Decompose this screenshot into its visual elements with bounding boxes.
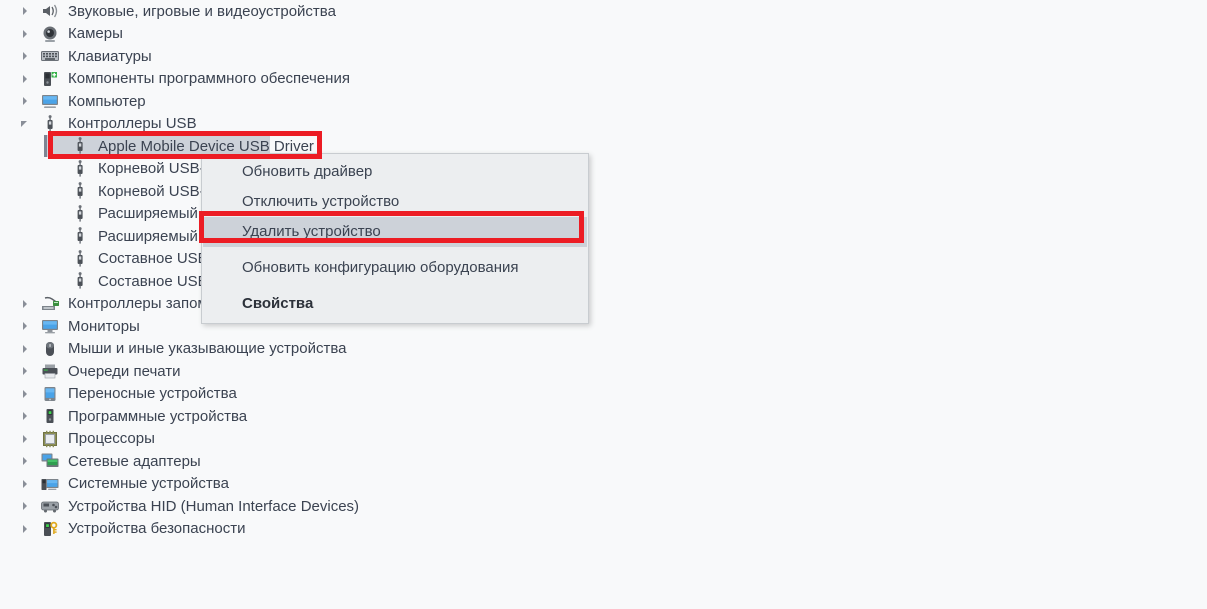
usb-icon — [40, 114, 60, 133]
tree-item-label: Устройства безопасности — [68, 520, 246, 538]
tree-item[interactable]: Звуковые, игровые и видеоустройства — [0, 0, 1207, 23]
tree-item[interactable]: Программные устройства — [0, 405, 1207, 428]
usb-icon — [70, 204, 90, 223]
tree-item[interactable]: Контроллеры запоминающих устройств — [0, 293, 1207, 316]
network-adapter-icon — [40, 452, 60, 470]
tree-item[interactable]: Расширяемый хост-контроллер Intel(R) USB… — [0, 225, 1207, 248]
chevron-right-icon[interactable] — [18, 26, 34, 42]
chevron-right-icon[interactable] — [18, 386, 34, 402]
tree-item[interactable]: Мыши и иные указывающие устройства — [0, 338, 1207, 361]
processor-icon — [40, 430, 60, 448]
printer-icon — [40, 362, 60, 380]
chevron-right-icon[interactable] — [18, 363, 34, 379]
device-tree[interactable]: Звуковые, игровые и видеоустройства Камер… — [0, 0, 1207, 540]
chevron-right-icon[interactable] — [18, 318, 34, 334]
system-device-icon — [40, 475, 60, 493]
selection-accent-bar — [44, 135, 47, 157]
tree-item[interactable]: Системные устройства — [0, 473, 1207, 496]
tree-item-label: Мониторы — [68, 317, 140, 335]
chevron-right-icon[interactable] — [18, 453, 34, 469]
chevron-right-icon[interactable] — [18, 93, 34, 109]
tree-item[interactable]: Корневой USB-концентратор (USB 3.0) — [0, 158, 1207, 181]
tree-item[interactable]: Устройства безопасности — [0, 518, 1207, 541]
tree-item-selected[interactable]: Apple Mobile Device USB Driver — [0, 135, 1207, 158]
chevron-right-icon[interactable] — [18, 296, 34, 312]
tree-item[interactable]: Процессоры — [0, 428, 1207, 451]
storage-controller-icon — [40, 295, 60, 313]
tree-item[interactable]: Составное USB устройство — [0, 270, 1207, 293]
usb-icon — [70, 137, 90, 155]
tree-item[interactable]: Очереди печати — [0, 360, 1207, 383]
tree-item[interactable]: Компьютер — [0, 90, 1207, 113]
hid-icon — [40, 497, 60, 515]
chevron-right-icon[interactable] — [18, 521, 34, 537]
chevron-right-icon[interactable] — [18, 71, 34, 87]
software-device-icon — [40, 407, 60, 425]
usb-icon — [70, 227, 90, 245]
tree-item[interactable]: Составное USB устройство — [0, 248, 1207, 271]
tree-item-label: Клавиатуры — [68, 47, 152, 65]
chevron-right-icon[interactable] — [18, 408, 34, 424]
context-menu[interactable]: Обновить драйвер Отключить устройство Удал… — [201, 153, 589, 324]
chevron-right-icon[interactable] — [18, 3, 34, 19]
usb-icon — [70, 272, 90, 290]
tree-item[interactable]: Контроллеры USB — [0, 113, 1207, 136]
portable-device-icon — [40, 385, 60, 403]
usb-icon — [70, 159, 90, 178]
tree-item-label: Сетевые адаптеры — [68, 452, 201, 470]
security-device-icon — [40, 520, 60, 538]
context-menu-item[interactable]: Обновить драйвер — [202, 157, 588, 187]
chevron-right-icon[interactable] — [18, 431, 34, 447]
tree-item-label: Компьютер — [68, 92, 146, 110]
chevron-right-icon[interactable] — [18, 341, 34, 357]
tree-item-label: Мыши и иные указывающие устройства — [68, 340, 347, 358]
chevron-down-icon[interactable] — [18, 116, 34, 132]
tree-item-label: Программные устройства — [68, 407, 248, 425]
chevron-right-icon[interactable] — [18, 498, 34, 514]
tree-item-label: Камеры — [68, 25, 123, 43]
tree-item[interactable]: Переносные устройства — [0, 383, 1207, 406]
context-menu-item[interactable]: Отключить устройство — [202, 187, 588, 217]
tree-item-label: Звуковые, игровые и видеоустройства — [68, 2, 336, 20]
context-menu-item[interactable]: Удалить устройство — [203, 217, 587, 247]
tree-item-label: Системные устройства — [68, 475, 229, 493]
software-component-icon — [40, 70, 60, 88]
tree-item[interactable]: Мониторы — [0, 315, 1207, 338]
tree-item[interactable]: Клавиатуры — [0, 45, 1207, 68]
tree-item-label: Очереди печати — [68, 362, 181, 380]
tree-item[interactable]: Компоненты программного обеспечения — [0, 68, 1207, 91]
tree-item-label: Компоненты программного обеспечения — [68, 70, 350, 88]
speaker-icon — [40, 2, 60, 20]
chevron-right-icon[interactable] — [18, 48, 34, 64]
tree-item[interactable]: Устройства HID (Human Interface Devices) — [0, 495, 1207, 518]
computer-icon — [40, 92, 60, 110]
mouse-icon — [40, 340, 60, 358]
tree-item-label: Контроллеры USB — [68, 115, 197, 133]
context-menu-item[interactable]: Свойства — [202, 289, 588, 319]
context-menu-item[interactable]: Обновить конфигурацию оборудования — [202, 253, 588, 283]
chevron-right-icon[interactable] — [18, 476, 34, 492]
tree-item[interactable]: Корневой USB-концентратор (USB 3.0) — [0, 180, 1207, 203]
usb-icon — [70, 249, 90, 268]
tree-item-label: Устройства HID (Human Interface Devices) — [68, 497, 360, 515]
monitor-icon — [40, 317, 60, 335]
tree-item-label: Процессоры — [68, 430, 155, 448]
usb-icon — [70, 182, 90, 200]
keyboard-icon — [40, 47, 60, 65]
tree-item[interactable]: Расширяемый хост-контроллер Intel(R) USB… — [0, 203, 1207, 226]
tree-item[interactable]: Сетевые адаптеры — [0, 450, 1207, 473]
tree-item[interactable]: Камеры — [0, 23, 1207, 46]
tree-item-label: Переносные устройства — [68, 385, 237, 403]
camera-icon — [40, 25, 60, 43]
